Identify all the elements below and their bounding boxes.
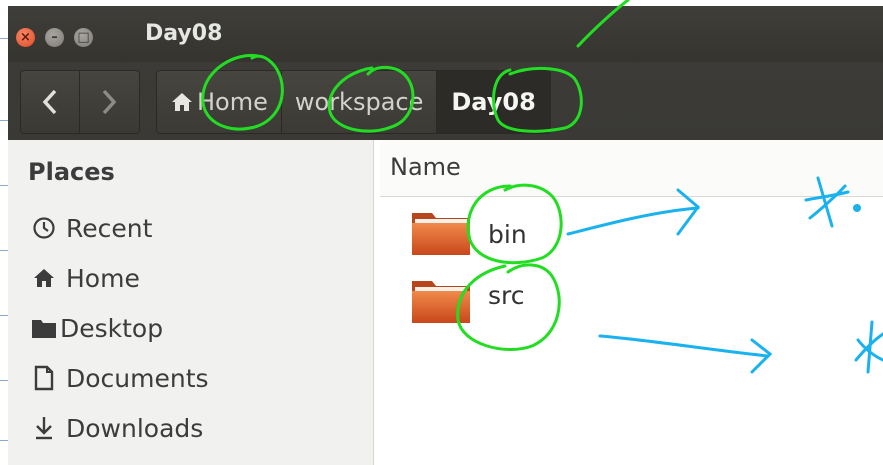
file-item-bin[interactable]: bin <box>410 206 527 262</box>
window-title: Day08 <box>145 21 223 46</box>
sidebar: Places Recent Home Desktop Documents Dow… <box>8 140 374 465</box>
sidebar-item-label: Documents <box>66 363 209 393</box>
minimize-window-button[interactable]: – <box>45 28 64 47</box>
file-name: src <box>488 280 525 310</box>
sidebar-item-home[interactable]: Home <box>30 258 140 298</box>
breadcrumb-label: Home <box>197 88 268 116</box>
forward-button[interactable] <box>80 71 138 133</box>
navigation-buttons <box>20 70 140 134</box>
file-name: bin <box>488 219 527 249</box>
sidebar-item-label: Desktop <box>60 313 164 343</box>
sidebar-item-downloads[interactable]: Downloads <box>30 408 203 448</box>
column-header-name[interactable]: Name <box>380 140 883 197</box>
breadcrumb-label: Day08 <box>451 88 536 116</box>
chevron-left-icon <box>42 89 57 115</box>
close-window-button[interactable]: × <box>16 28 35 47</box>
breadcrumb-home[interactable]: Home <box>157 71 282 133</box>
sidebar-item-desktop[interactable]: Desktop <box>30 308 163 348</box>
home-icon <box>172 93 192 111</box>
file-item-src[interactable]: src <box>410 274 525 330</box>
folder-icon <box>410 207 472 261</box>
breadcrumb: Home workspace Day08 <box>156 70 551 134</box>
chevron-right-icon <box>102 89 117 115</box>
sidebar-item-recent[interactable]: Recent <box>30 208 152 248</box>
folder-icon <box>410 275 472 329</box>
download-icon <box>30 414 58 442</box>
column-header-label: Name <box>390 153 461 181</box>
sidebar-item-label: Recent <box>66 213 153 243</box>
title-bar: × – □ Day08 <box>8 6 883 62</box>
back-button[interactable] <box>21 71 80 133</box>
breadcrumb-workspace[interactable]: workspace <box>281 71 438 133</box>
toolbar: Home workspace Day08 <box>8 62 883 140</box>
sidebar-section-title: Places <box>28 158 115 186</box>
sidebar-item-documents[interactable]: Documents <box>30 358 209 398</box>
folder-icon <box>30 314 58 342</box>
home-icon <box>30 264 58 292</box>
breadcrumb-label: workspace <box>294 88 424 116</box>
sidebar-item-label: Home <box>66 263 140 293</box>
document-icon <box>30 364 58 392</box>
breadcrumb-current[interactable]: Day08 <box>437 71 550 133</box>
file-view: Name bin src <box>380 140 883 465</box>
clock-icon <box>30 214 58 242</box>
maximize-window-button[interactable]: □ <box>74 28 93 47</box>
sidebar-item-label: Downloads <box>66 413 204 443</box>
